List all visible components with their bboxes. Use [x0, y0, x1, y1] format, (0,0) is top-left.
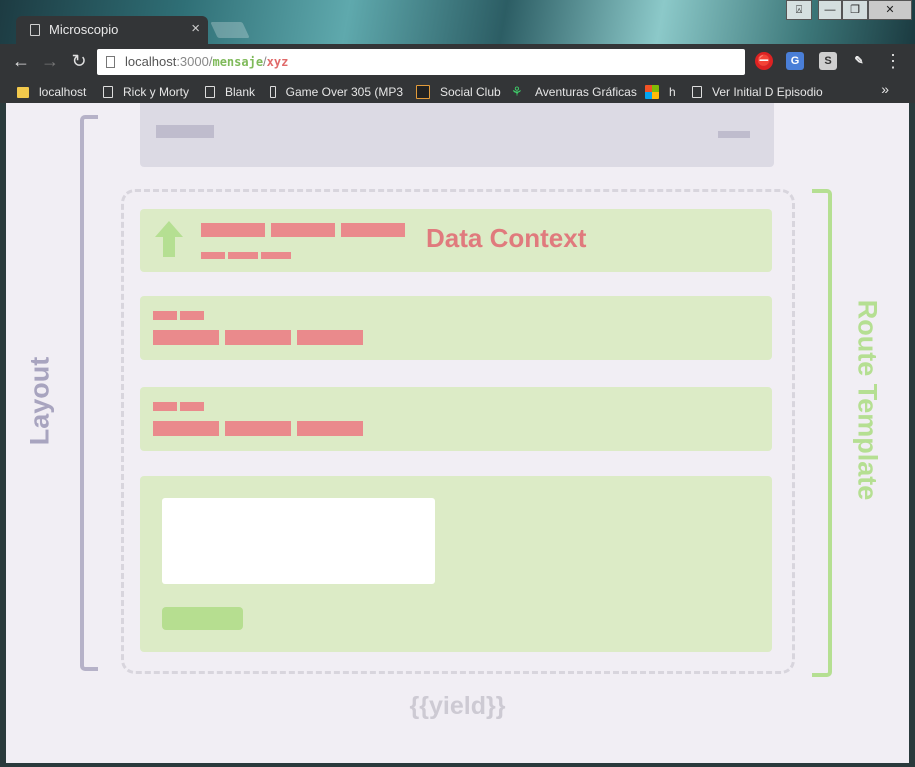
profile-button[interactable]: ⍓	[786, 0, 812, 20]
placeholder-bar	[201, 223, 265, 237]
placeholder-bar	[225, 330, 291, 345]
bookmark-game-over[interactable]: Game Over 305 (MP3	[270, 83, 403, 101]
route-template-label: Route Template	[852, 299, 883, 501]
tree-icon: ⚘	[511, 84, 523, 99]
header-placeholder-bar	[718, 131, 750, 138]
form-box	[140, 476, 772, 652]
page-icon	[270, 86, 276, 98]
bookmark-localhost[interactable]: localhost	[17, 83, 86, 101]
forward-button[interactable]: →	[39, 50, 61, 72]
pen-icon[interactable]: ✎	[850, 52, 868, 70]
close-window-button[interactable]: ✕	[868, 0, 912, 20]
tab-close-icon[interactable]: ×	[191, 20, 200, 37]
reload-button[interactable]: ↻	[68, 50, 90, 72]
social-club-icon	[416, 85, 430, 99]
window-border	[909, 103, 915, 767]
page-icon	[692, 86, 702, 98]
translate-icon[interactable]: G	[786, 52, 804, 70]
placeholder-bar	[153, 330, 219, 345]
folder-icon	[17, 86, 29, 98]
placeholder-bar	[180, 311, 204, 320]
window-titlebar: Microscopio × ⍓ — ❐ ✕	[0, 0, 915, 44]
tab-title: Microscopio	[49, 22, 119, 37]
address-bar[interactable]: localhost:3000/mensaje/xyz	[97, 49, 745, 75]
placeholder-bar	[153, 402, 177, 411]
browser-toolbar: ← → ↻ localhost:3000/mensaje/xyz ⛔ G S ✎…	[0, 44, 915, 80]
menu-icon[interactable]: ⋮	[882, 50, 904, 72]
back-button[interactable]: ←	[10, 50, 32, 72]
placeholder-bar	[153, 311, 177, 320]
restore-button[interactable]: ❐	[842, 0, 868, 20]
placeholder-bar	[297, 330, 363, 345]
page-icon	[30, 24, 40, 36]
layout-bracket	[80, 115, 98, 671]
minimize-icon: —	[824, 4, 836, 16]
page-icon	[205, 86, 215, 98]
arrow-up-icon	[155, 221, 183, 257]
placeholder-bar	[225, 421, 291, 436]
bookmark-initial-d[interactable]: Ver Initial D Episodio	[692, 83, 824, 101]
restore-icon: ❐	[850, 4, 860, 16]
close-icon: ✕	[885, 4, 895, 16]
bookmark-h[interactable]: h	[645, 83, 676, 101]
placeholder-bar	[261, 252, 291, 259]
placeholder-bar	[228, 252, 258, 259]
placeholder-bar	[297, 421, 363, 436]
new-tab-button[interactable]	[210, 22, 250, 38]
bookmark-rick-y-morty[interactable]: Rick y Morty	[103, 83, 189, 101]
yield-label: {{yield}}	[409, 692, 506, 720]
submit-button-placeholder	[162, 607, 243, 630]
placeholder-bar	[271, 223, 335, 237]
window-border	[0, 763, 915, 767]
data-context-label: Data Context	[426, 223, 587, 253]
route-template-bracket	[812, 189, 832, 677]
page-info-icon[interactable]	[106, 56, 115, 68]
data-context-box: Data Context	[140, 209, 772, 272]
browser-tab[interactable]: Microscopio ×	[16, 16, 208, 44]
bookmark-social-club[interactable]: Social Club	[416, 83, 501, 101]
s-icon[interactable]: S	[819, 52, 837, 70]
layout-label: Layout	[24, 356, 55, 446]
header-placeholder-bar	[156, 125, 214, 138]
placeholder-bar	[153, 421, 219, 436]
page-content: Layout Data Context Route Template {{yie…	[6, 103, 909, 763]
placeholder-bar	[180, 402, 204, 411]
url-text: localhost:3000/mensaje/xyz	[125, 54, 289, 69]
list-item-box	[140, 387, 772, 451]
placeholder-bar	[341, 223, 405, 237]
more-bookmarks-icon[interactable]: »	[881, 81, 889, 97]
block-icon[interactable]: ⛔	[755, 52, 773, 70]
profile-icon: ⍓	[795, 4, 803, 16]
list-item-box	[140, 296, 772, 360]
placeholder-bar	[201, 252, 225, 259]
text-input-placeholder	[162, 498, 435, 584]
bookmark-blank[interactable]: Blank	[205, 83, 255, 101]
bookmarks-bar: localhost Rick y Morty Blank Game Over 3…	[0, 80, 915, 103]
layout-header-box	[140, 103, 774, 167]
page-icon	[103, 86, 113, 98]
bookmark-aventuras-graficas[interactable]: ⚘ Aventuras Gráficas	[511, 83, 637, 101]
microsoft-icon	[645, 85, 659, 99]
minimize-button[interactable]: —	[818, 0, 842, 20]
